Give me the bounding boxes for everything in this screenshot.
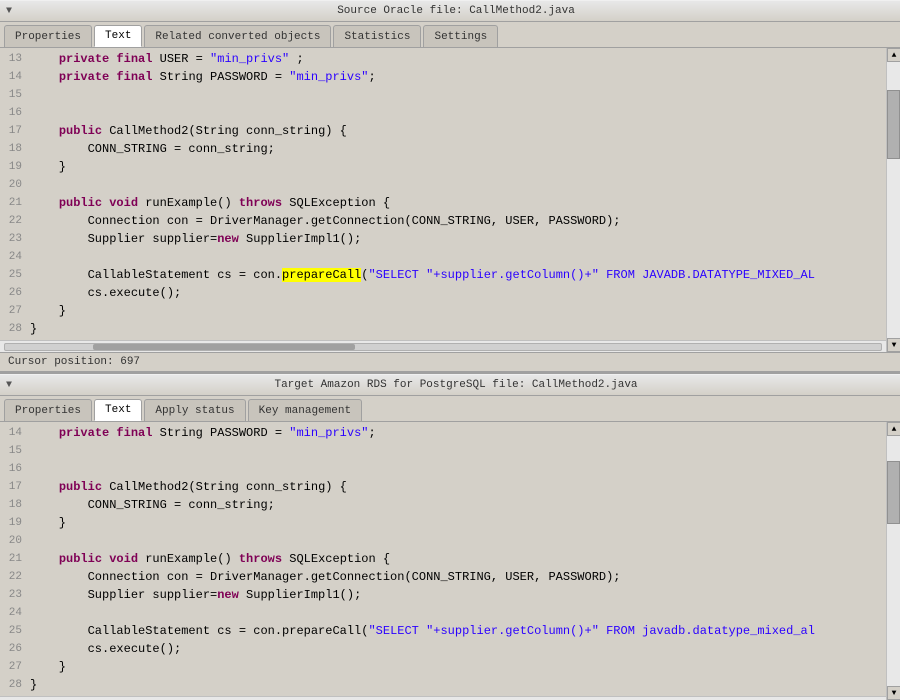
table-row: 19 } xyxy=(0,158,886,176)
bottom-v-scroll-up[interactable]: ▲ xyxy=(887,422,900,436)
tab-top-related[interactable]: Related converted objects xyxy=(144,25,331,47)
table-row: 14 private final String PASSWORD = "min_… xyxy=(0,68,886,86)
table-row: 16 xyxy=(0,460,886,478)
top-h-scroll-track[interactable] xyxy=(4,343,882,351)
table-row: 25 CallableStatement cs = con.prepareCal… xyxy=(0,622,886,640)
table-row: 25 CallableStatement cs = con.prepareCal… xyxy=(0,266,886,284)
table-row: 20 xyxy=(0,532,886,550)
table-row: 21 public void runExample() throws SQLEx… xyxy=(0,550,886,568)
bottom-code-content[interactable]: 14 private final String PASSWORD = "min_… xyxy=(0,422,886,696)
top-v-scroll-down[interactable]: ▼ xyxy=(887,338,900,352)
bottom-tabs-bar: Properties Text Apply status Key managem… xyxy=(0,396,900,422)
table-row: 22 Connection con = DriverManager.getCon… xyxy=(0,212,886,230)
top-horizontal-scrollbar[interactable] xyxy=(0,340,886,352)
bottom-code-area: 14 private final String PASSWORD = "min_… xyxy=(0,422,900,700)
bottom-collapse-arrow[interactable]: ▼ xyxy=(6,380,12,391)
top-panel-title: Source Oracle file: CallMethod2.java xyxy=(18,5,894,17)
top-h-scroll-thumb[interactable] xyxy=(93,344,356,350)
top-status-bar: Cursor position: 697 xyxy=(0,352,900,372)
table-row: 26 cs.execute(); xyxy=(0,284,886,302)
table-row: 19 } xyxy=(0,514,886,532)
table-row: 22 Connection con = DriverManager.getCon… xyxy=(0,568,886,586)
bottom-vertical-scrollbar[interactable]: ▲ ▼ xyxy=(886,422,900,700)
bottom-panel: ▼ Target Amazon RDS for PostgreSQL file:… xyxy=(0,374,900,700)
top-code-content[interactable]: 13 private final USER = "min_privs" ; 14… xyxy=(0,48,886,340)
table-row: 28 } xyxy=(0,676,886,694)
tab-bottom-properties[interactable]: Properties xyxy=(4,399,92,421)
top-collapse-arrow[interactable]: ▼ xyxy=(6,6,12,17)
table-row: 20 xyxy=(0,176,886,194)
top-panel-header: ▼ Source Oracle file: CallMethod2.java xyxy=(0,0,900,22)
top-tabs-bar: Properties Text Related converted object… xyxy=(0,22,900,48)
table-row: 23 Supplier supplier=new SupplierImpl1()… xyxy=(0,230,886,248)
table-row: 26 cs.execute(); xyxy=(0,640,886,658)
bottom-v-scroll-track[interactable] xyxy=(887,436,900,686)
table-row: 17 public CallMethod2(String conn_string… xyxy=(0,122,886,140)
table-row: 24 xyxy=(0,248,886,266)
table-row: 27 } xyxy=(0,658,886,676)
top-code-main: 13 private final USER = "min_privs" ; 14… xyxy=(0,48,886,352)
table-row: 13 private final USER = "min_privs" ; xyxy=(0,50,886,68)
bottom-panel-header: ▼ Target Amazon RDS for PostgreSQL file:… xyxy=(0,374,900,396)
bottom-panel-title: Target Amazon RDS for PostgreSQL file: C… xyxy=(18,379,894,391)
table-row: 15 xyxy=(0,442,886,460)
table-row: 18 CONN_STRING = conn_string; xyxy=(0,496,886,514)
tab-bottom-apply-status[interactable]: Apply status xyxy=(144,399,245,421)
top-panel: ▼ Source Oracle file: CallMethod2.java P… xyxy=(0,0,900,374)
top-v-scroll-track[interactable] xyxy=(887,62,900,338)
table-row: 16 xyxy=(0,104,886,122)
bottom-code-main: 14 private final String PASSWORD = "min_… xyxy=(0,422,886,700)
tab-bottom-key-management[interactable]: Key management xyxy=(248,399,362,421)
tab-top-properties[interactable]: Properties xyxy=(4,25,92,47)
table-row: 27 } xyxy=(0,302,886,320)
tab-top-text[interactable]: Text xyxy=(94,25,142,47)
bottom-horizontal-scrollbar[interactable] xyxy=(0,696,886,700)
bottom-v-scroll-down[interactable]: ▼ xyxy=(887,686,900,700)
tab-top-statistics[interactable]: Statistics xyxy=(333,25,421,47)
top-v-scroll-up[interactable]: ▲ xyxy=(887,48,900,62)
table-row: 23 Supplier supplier=new SupplierImpl1()… xyxy=(0,586,886,604)
tab-bottom-text[interactable]: Text xyxy=(94,399,142,421)
tab-top-settings[interactable]: Settings xyxy=(423,25,498,47)
cursor-position: Cursor position: 697 xyxy=(8,356,140,368)
table-row: 14 private final String PASSWORD = "min_… xyxy=(0,424,886,442)
top-code-area: 13 private final USER = "min_privs" ; 14… xyxy=(0,48,900,352)
table-row: 18 CONN_STRING = conn_string; xyxy=(0,140,886,158)
top-v-scroll-thumb[interactable] xyxy=(887,90,900,159)
bottom-v-scroll-thumb[interactable] xyxy=(887,461,900,524)
table-row: 21 public void runExample() throws SQLEx… xyxy=(0,194,886,212)
top-vertical-scrollbar[interactable]: ▲ ▼ xyxy=(886,48,900,352)
table-row: 15 xyxy=(0,86,886,104)
table-row: 24 xyxy=(0,604,886,622)
table-row: 28 } xyxy=(0,320,886,338)
table-row: 17 public CallMethod2(String conn_string… xyxy=(0,478,886,496)
